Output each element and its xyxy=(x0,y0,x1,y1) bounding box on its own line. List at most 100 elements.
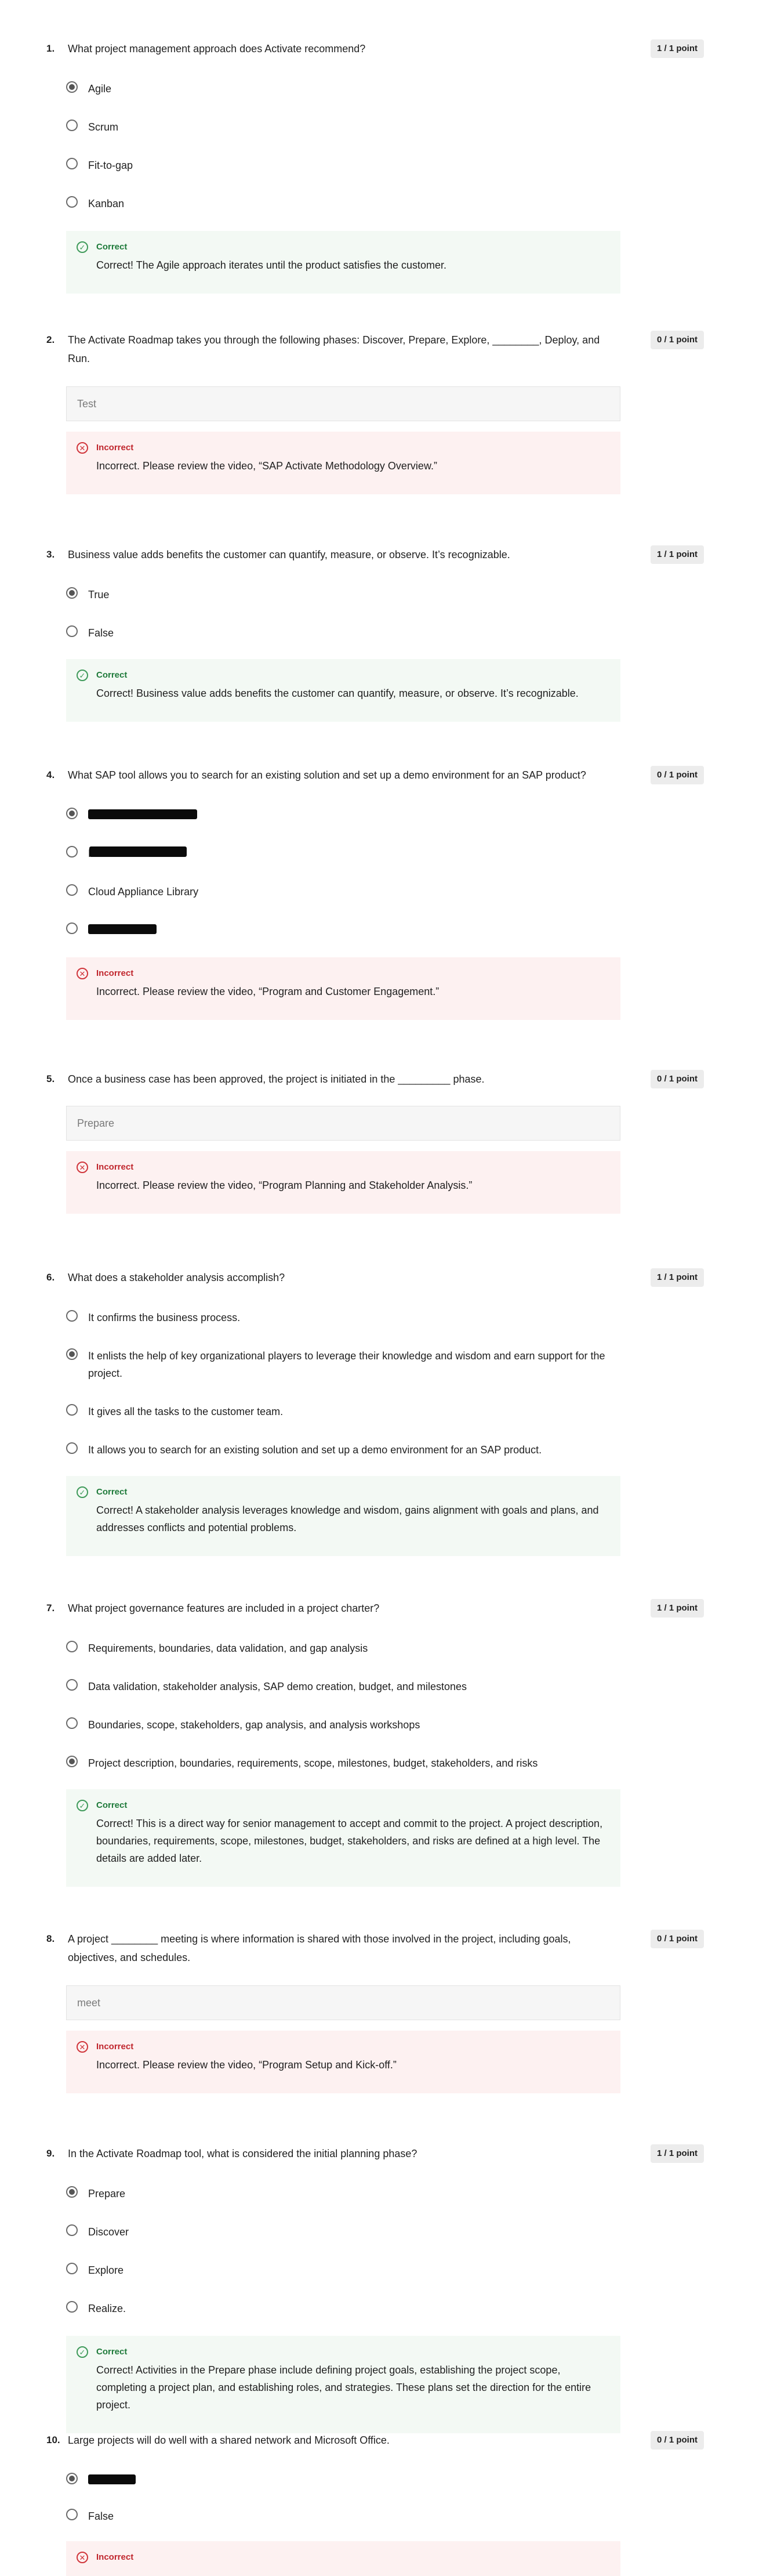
radio-icon[interactable] xyxy=(66,1404,78,1416)
radio-icon[interactable] xyxy=(66,120,78,131)
option-label: It enlists the help of key organizationa… xyxy=(88,1350,605,1379)
option-label: Project description, boundaries, require… xyxy=(88,1757,538,1769)
question-text: The Activate Roadmap takes you through t… xyxy=(68,334,600,364)
option-label: It allows you to search for an existing … xyxy=(88,1444,542,1456)
option-label: It gives all the tasks to the customer t… xyxy=(88,1406,284,1417)
radio-icon[interactable] xyxy=(66,846,78,858)
question-number: 2. xyxy=(46,334,55,345)
option-label: Scrum xyxy=(88,121,119,133)
feedback-status: Correct xyxy=(96,2347,128,2357)
radio-icon[interactable] xyxy=(66,158,78,169)
feedback-incorrect: ✕ Incorrect Incorrect. Please review the… xyxy=(66,1151,620,1214)
check-circle-icon: ✓ xyxy=(77,241,88,253)
x-circle-icon: ✕ xyxy=(77,2552,88,2563)
x-circle-icon: ✕ xyxy=(77,2041,88,2053)
radio-selected-icon[interactable] xyxy=(66,1348,78,1360)
score-badge: 0 / 1 point xyxy=(651,1070,704,1088)
feedback-correct: ✓ Correct Correct! This is a direct way … xyxy=(66,1789,620,1887)
option-label: Explore xyxy=(88,2264,124,2276)
question-text: Business value adds benefits the custome… xyxy=(68,549,510,560)
score-badge: 0 / 1 point xyxy=(651,1930,704,1948)
radio-icon[interactable] xyxy=(66,2301,78,2313)
score-badge: 0 / 1 point xyxy=(651,2431,704,2450)
question-number: 4. xyxy=(46,769,55,780)
option-label: False xyxy=(88,627,114,639)
option-label: Requirements, boundaries, data validatio… xyxy=(88,1642,368,1654)
x-circle-icon: ✕ xyxy=(77,442,88,454)
x-circle-icon: ✕ xyxy=(77,1162,88,1173)
option-label: Discover xyxy=(88,2226,129,2238)
score-badge: 1 / 1 point xyxy=(651,1268,704,1287)
check-circle-icon: ✓ xyxy=(77,1486,88,1498)
feedback-incorrect: ✕ Incorrect Incorrect. Please review the… xyxy=(66,432,620,494)
feedback-status: Correct xyxy=(96,1800,128,1810)
radio-selected-icon[interactable] xyxy=(66,1756,78,1767)
feedback-status: Incorrect xyxy=(96,443,134,453)
question-text: In the Activate Roadmap tool, what is co… xyxy=(68,2148,417,2159)
feedback-status: Correct xyxy=(96,242,128,252)
option-label: False xyxy=(88,2510,114,2522)
question-number: 5. xyxy=(46,1073,55,1084)
radio-selected-icon[interactable] xyxy=(66,81,78,93)
option-label: Cloud Appliance Library xyxy=(88,886,199,898)
redaction-bar xyxy=(89,846,187,857)
feedback-incorrect: ✕ Incorrect Incorrect. Please review the… xyxy=(66,2031,620,2093)
answer-field[interactable]: meet xyxy=(66,1985,620,2020)
radio-icon[interactable] xyxy=(66,1442,78,1454)
question-number: 8. xyxy=(46,1933,55,1944)
radio-icon[interactable] xyxy=(66,196,78,208)
feedback-text: Incorrect. Please review the video, “Pro… xyxy=(96,1180,473,1191)
question-text: A project ________ meeting is where info… xyxy=(68,1933,571,1963)
question-number: 10. xyxy=(46,2434,60,2445)
question-text: What project governance features are inc… xyxy=(68,1602,380,1614)
feedback-status: Incorrect xyxy=(96,968,134,978)
radio-icon[interactable] xyxy=(66,2263,78,2274)
answer-field[interactable]: Test xyxy=(66,386,620,421)
option-label: Prepare xyxy=(88,2188,126,2199)
score-badge: 1 / 1 point xyxy=(651,1599,704,1618)
feedback-status: Correct xyxy=(96,670,128,680)
radio-icon[interactable] xyxy=(66,922,78,934)
feedback-text: Correct! A stakeholder analysis leverage… xyxy=(96,1504,599,1533)
check-circle-icon: ✓ xyxy=(77,670,88,681)
option-label: Fit-to-gap xyxy=(88,160,133,171)
radio-selected-icon[interactable] xyxy=(66,808,78,819)
radio-icon[interactable] xyxy=(66,2509,78,2520)
radio-selected-icon[interactable] xyxy=(66,2473,78,2484)
check-circle-icon: ✓ xyxy=(77,1800,88,1811)
redaction-bar xyxy=(88,924,157,934)
radio-icon[interactable] xyxy=(66,1310,78,1322)
radio-icon[interactable] xyxy=(66,2224,78,2236)
feedback-incorrect: ✕ Incorrect Incorrect. Please review the… xyxy=(66,957,620,1020)
question-number: 7. xyxy=(46,1602,55,1613)
feedback-status: Correct xyxy=(96,1487,128,1497)
score-badge: 1 / 1 point xyxy=(651,39,704,58)
feedback-status: Incorrect xyxy=(96,2042,134,2052)
option-label: Kanban xyxy=(88,198,125,209)
redaction-bar xyxy=(88,2474,136,2484)
radio-selected-icon[interactable] xyxy=(66,587,78,599)
answer-field[interactable]: Prepare xyxy=(66,1106,620,1141)
radio-icon[interactable] xyxy=(66,625,78,637)
feedback-status: Incorrect xyxy=(96,2552,134,2562)
radio-icon[interactable] xyxy=(66,1717,78,1729)
question-text: What SAP tool allows you to search for a… xyxy=(68,769,586,781)
question-text: Once a business case has been approved, … xyxy=(68,1073,485,1085)
feedback-text: Correct! Business value adds benefits th… xyxy=(96,688,579,699)
question-text: What project management approach does Ac… xyxy=(68,43,366,55)
feedback-text: Incorrect. Please review the video, “Pro… xyxy=(96,2059,397,2071)
option-label: Realize. xyxy=(88,2303,126,2314)
option-label: Boundaries, scope, stakeholders, gap ana… xyxy=(88,1719,420,1731)
radio-icon[interactable] xyxy=(66,1679,78,1691)
feedback-incorrect: ✕ Incorrect xyxy=(66,2541,620,2576)
score-badge: 0 / 1 point xyxy=(651,766,704,784)
feedback-correct: ✓ Correct Correct! The Agile approach it… xyxy=(66,231,620,294)
option-label: Data validation, stakeholder analysis, S… xyxy=(88,1681,467,1692)
radio-icon[interactable] xyxy=(66,1641,78,1652)
score-badge: 1 / 1 point xyxy=(651,545,704,564)
radio-icon[interactable] xyxy=(66,884,78,896)
question-number: 9. xyxy=(46,2148,55,2159)
option-label: True xyxy=(88,589,110,600)
feedback-correct: ✓ Correct Correct! Activities in the Pre… xyxy=(66,2336,620,2433)
radio-selected-icon[interactable] xyxy=(66,2186,78,2198)
